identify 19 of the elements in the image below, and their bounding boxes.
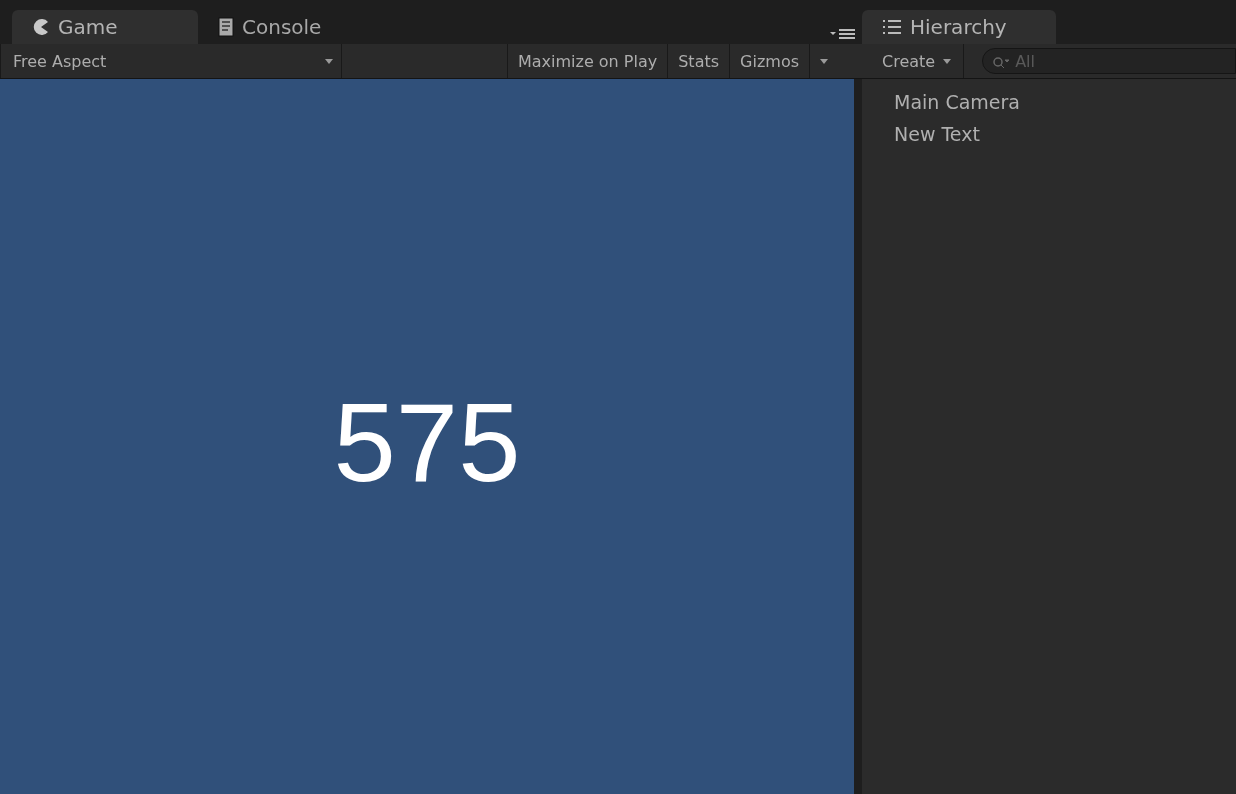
hierarchy-item[interactable]: Main Camera — [862, 86, 1236, 118]
hierarchy-item[interactable]: New Text — [862, 118, 1236, 150]
caret-icon — [943, 58, 952, 64]
create-dropdown[interactable]: Create — [862, 44, 965, 78]
aspect-dropdown[interactable]: Free Aspect — [0, 44, 342, 78]
panel-tab[interactable]: Console — [198, 10, 384, 44]
panel-tab[interactable]: Game — [12, 10, 198, 44]
toolbar-toggle[interactable]: Gizmos — [729, 44, 809, 78]
menu-icon[interactable] — [830, 28, 856, 40]
panel-tab[interactable]: Hierarchy — [862, 10, 1056, 44]
pacman-icon — [32, 18, 50, 36]
document-icon — [218, 17, 234, 37]
toolbar-toggle[interactable]: Stats — [667, 44, 730, 78]
score-text: 575 — [333, 379, 521, 507]
toolbar-toggle[interactable]: Maximize on Play — [506, 44, 668, 78]
caret-icon — [820, 58, 828, 64]
caret-icon — [325, 58, 333, 64]
list-icon — [882, 19, 902, 35]
search-icon — [992, 56, 1011, 70]
